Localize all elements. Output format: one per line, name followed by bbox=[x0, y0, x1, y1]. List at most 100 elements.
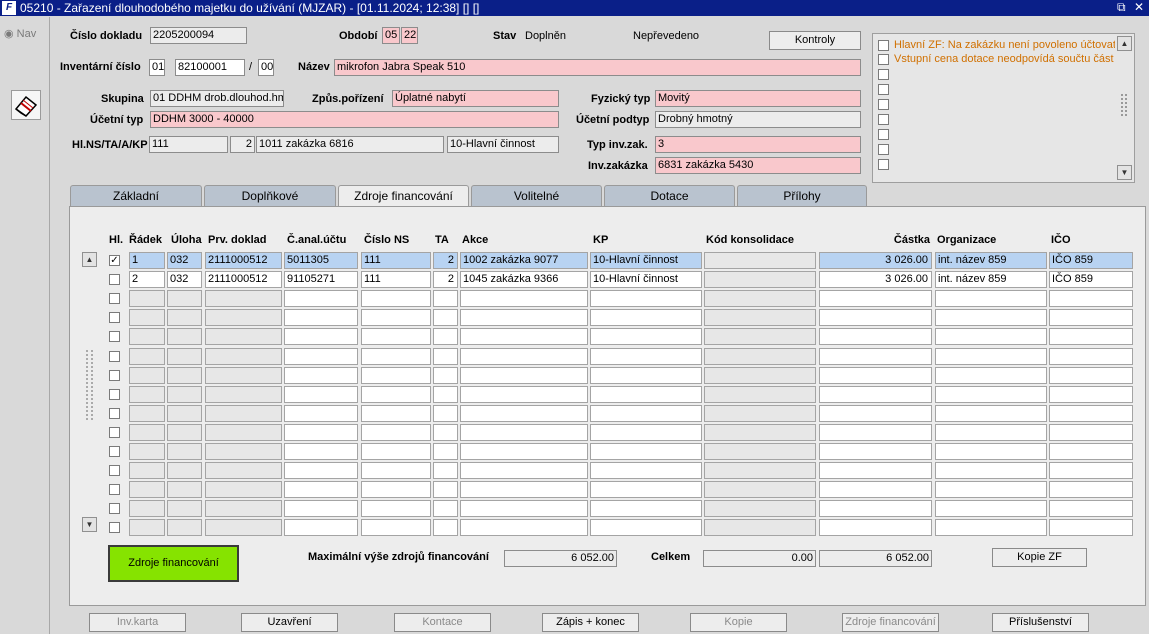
nazev-field[interactable]: mikrofon Jabra Speak 510 bbox=[334, 59, 861, 76]
cell-ico[interactable] bbox=[1049, 328, 1133, 345]
cell-ico[interactable] bbox=[1049, 462, 1133, 479]
cell-akce[interactable] bbox=[460, 328, 588, 345]
cell-kod-konsolidace[interactable] bbox=[704, 290, 816, 307]
cell-uloha[interactable] bbox=[167, 500, 202, 517]
message-checkbox[interactable] bbox=[878, 114, 889, 125]
cell-ta[interactable] bbox=[433, 348, 458, 365]
cell-akce[interactable] bbox=[460, 309, 588, 326]
cell-akce[interactable] bbox=[460, 386, 588, 403]
row-hl-checkbox[interactable] bbox=[109, 465, 120, 476]
message-checkbox[interactable] bbox=[878, 40, 889, 51]
cell-kod-konsolidace[interactable] bbox=[704, 386, 816, 403]
cell-anal-uctu[interactable]: 91105271 bbox=[284, 271, 358, 288]
cell-organizace[interactable] bbox=[935, 386, 1047, 403]
cell-kp[interactable] bbox=[590, 290, 702, 307]
skupina-field[interactable]: 01 DDHM drob.dlouhod.hm bbox=[150, 90, 284, 107]
cell-kp[interactable] bbox=[590, 309, 702, 326]
cell-ta[interactable] bbox=[433, 386, 458, 403]
cell-prv-doklad[interactable] bbox=[205, 367, 282, 384]
cell-cislo-ns[interactable] bbox=[361, 405, 431, 422]
cell-cislo-ns[interactable]: 111 bbox=[361, 271, 431, 288]
cell-ta[interactable]: 2 bbox=[433, 271, 458, 288]
hlns-ta-field[interactable]: 2 bbox=[230, 136, 255, 153]
cell-radek[interactable]: 2 bbox=[129, 271, 165, 288]
cell-anal-uctu[interactable]: 5011305 bbox=[284, 252, 358, 269]
cell-kod-konsolidace[interactable] bbox=[704, 405, 816, 422]
row-hl-checkbox[interactable] bbox=[109, 446, 120, 457]
cell-anal-uctu[interactable] bbox=[284, 386, 358, 403]
cell-akce[interactable] bbox=[460, 367, 588, 384]
restore-window-icon[interactable]: ⧉ bbox=[1117, 0, 1126, 15]
row-hl-checkbox[interactable] bbox=[109, 408, 120, 419]
cell-kp[interactable] bbox=[590, 367, 702, 384]
cell-prv-doklad[interactable] bbox=[205, 328, 282, 345]
cell-kp[interactable]: 10-Hlavní činnost bbox=[590, 271, 702, 288]
cell-castka[interactable]: 3 026.00 bbox=[819, 271, 932, 288]
cell-ta[interactable]: 2 bbox=[433, 252, 458, 269]
cell-ta[interactable] bbox=[433, 481, 458, 498]
inv-karta-button[interactable]: Inv.karta bbox=[89, 613, 186, 632]
cell-organizace[interactable] bbox=[935, 405, 1047, 422]
obdobi-year-field[interactable]: 22 bbox=[401, 27, 418, 44]
zdroje-financovani-bottom-button[interactable]: Zdroje financování bbox=[842, 613, 939, 632]
row-hl-checkbox[interactable] bbox=[109, 351, 120, 362]
cell-uloha[interactable] bbox=[167, 443, 202, 460]
cell-organizace[interactable] bbox=[935, 443, 1047, 460]
cell-castka[interactable] bbox=[819, 367, 932, 384]
tab-zdroje-financovani[interactable]: Zdroje financování bbox=[338, 185, 469, 207]
cell-ta[interactable] bbox=[433, 424, 458, 441]
message-checkbox[interactable] bbox=[878, 69, 889, 80]
cell-organizace[interactable] bbox=[935, 462, 1047, 479]
cell-castka[interactable] bbox=[819, 290, 932, 307]
cell-kod-konsolidace[interactable] bbox=[704, 519, 816, 536]
cell-akce[interactable] bbox=[460, 443, 588, 460]
cell-radek[interactable] bbox=[129, 290, 165, 307]
kopie-button[interactable]: Kopie bbox=[690, 613, 787, 632]
cell-akce[interactable] bbox=[460, 348, 588, 365]
cell-ta[interactable] bbox=[433, 405, 458, 422]
cell-prv-doklad[interactable]: 2111000512 bbox=[205, 252, 282, 269]
cell-ico[interactable] bbox=[1049, 290, 1133, 307]
cell-castka[interactable] bbox=[819, 462, 932, 479]
cell-kp[interactable] bbox=[590, 348, 702, 365]
cell-organizace[interactable] bbox=[935, 500, 1047, 517]
row-hl-checkbox[interactable] bbox=[109, 293, 120, 304]
cell-uloha[interactable] bbox=[167, 348, 202, 365]
cell-kod-konsolidace[interactable] bbox=[704, 252, 816, 269]
tab-prilohy[interactable]: Přílohy bbox=[737, 185, 867, 206]
cell-uloha[interactable] bbox=[167, 405, 202, 422]
cell-ico[interactable] bbox=[1049, 500, 1133, 517]
cell-ta[interactable] bbox=[433, 500, 458, 517]
cell-uloha[interactable] bbox=[167, 290, 202, 307]
uzavreni-button[interactable]: Uzavření bbox=[241, 613, 338, 632]
cell-cislo-ns[interactable] bbox=[361, 328, 431, 345]
cislo-dokladu-field[interactable]: 2205200094 bbox=[150, 27, 247, 44]
table-scroll-down-icon[interactable]: ▼ bbox=[82, 517, 97, 532]
row-hl-checkbox[interactable] bbox=[109, 503, 120, 514]
hlns-akce-field[interactable]: 1011 zakázka 6816 bbox=[256, 136, 444, 153]
cell-radek[interactable] bbox=[129, 405, 165, 422]
cell-kod-konsolidace[interactable] bbox=[704, 424, 816, 441]
cell-castka[interactable]: 3 026.00 bbox=[819, 252, 932, 269]
table-scrollbar-grip[interactable] bbox=[86, 350, 93, 420]
cell-prv-doklad[interactable] bbox=[205, 519, 282, 536]
cell-kod-konsolidace[interactable] bbox=[704, 328, 816, 345]
cell-ico[interactable]: IČO 859 bbox=[1049, 252, 1133, 269]
cell-radek[interactable] bbox=[129, 443, 165, 460]
cell-castka[interactable] bbox=[819, 481, 932, 498]
cell-castka[interactable] bbox=[819, 443, 932, 460]
cell-ta[interactable] bbox=[433, 443, 458, 460]
prislusenstvi-button[interactable]: Příslušenství bbox=[992, 613, 1089, 632]
cell-radek[interactable] bbox=[129, 462, 165, 479]
cell-uloha[interactable] bbox=[167, 481, 202, 498]
table-scroll-up-icon[interactable]: ▲ bbox=[82, 252, 97, 267]
cell-ico[interactable] bbox=[1049, 481, 1133, 498]
cell-radek[interactable] bbox=[129, 519, 165, 536]
tab-dotace[interactable]: Dotace bbox=[604, 185, 735, 206]
cell-radek[interactable]: 1 bbox=[129, 252, 165, 269]
cell-anal-uctu[interactable] bbox=[284, 405, 358, 422]
kontroly-button[interactable]: Kontroly bbox=[769, 31, 861, 50]
cell-radek[interactable] bbox=[129, 481, 165, 498]
cell-kp[interactable] bbox=[590, 481, 702, 498]
cell-ico[interactable] bbox=[1049, 424, 1133, 441]
